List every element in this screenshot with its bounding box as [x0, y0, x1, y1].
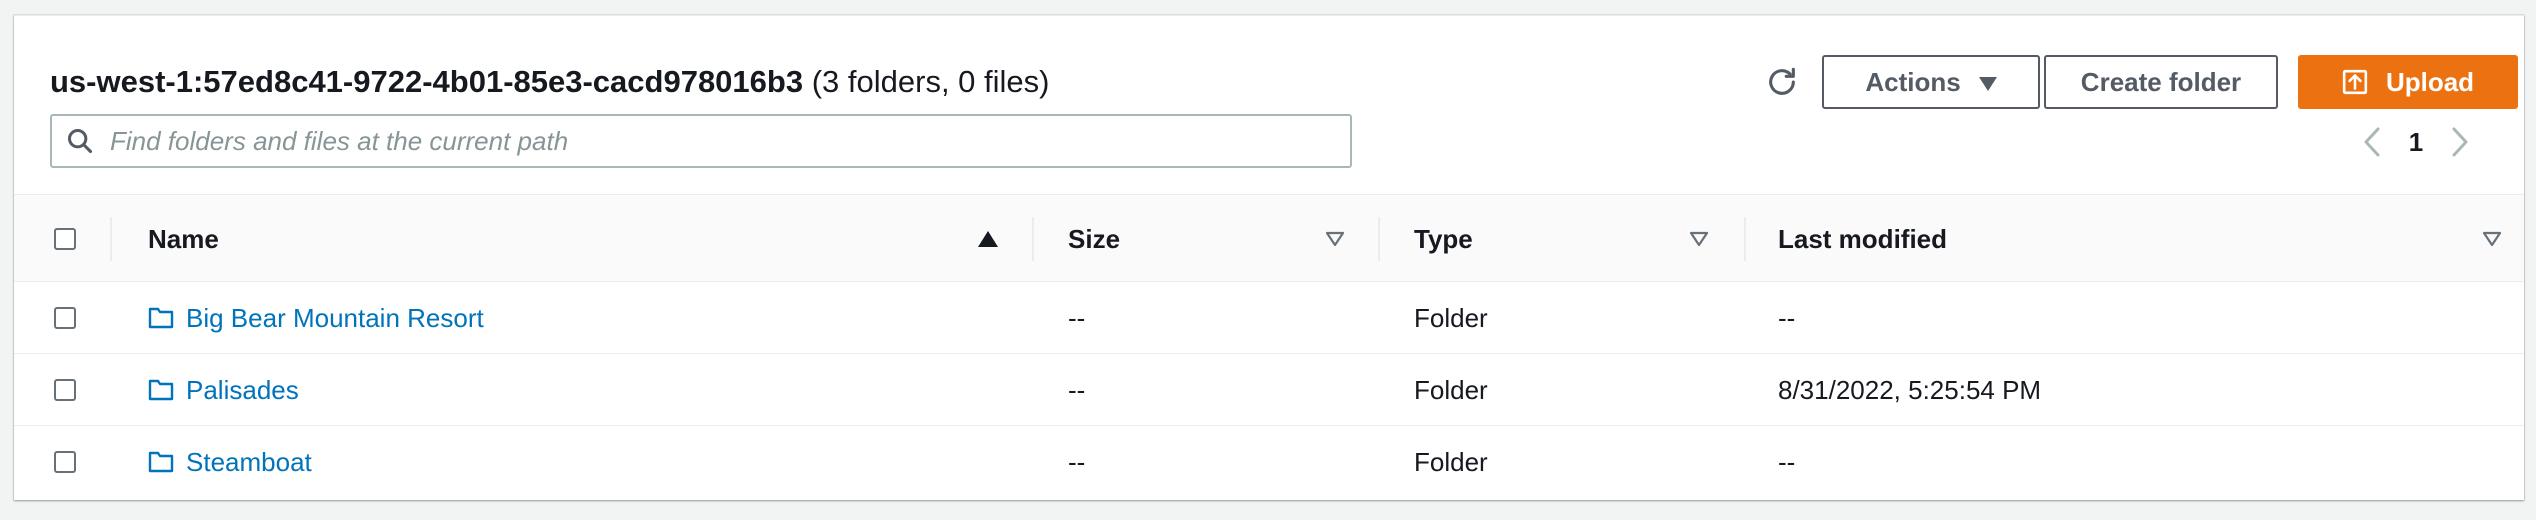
folder-link[interactable]: Big Bear Mountain Resort [148, 303, 484, 334]
row-checkbox[interactable] [54, 379, 76, 401]
sort-icon[interactable] [1325, 231, 1345, 247]
folder-link[interactable]: Steamboat [148, 447, 312, 478]
folder-icon [148, 450, 174, 474]
column-divider [1032, 217, 1034, 261]
create-folder-label: Create folder [2080, 66, 2242, 97]
folder-name: Palisades [186, 374, 299, 405]
chevron-left-icon [2364, 127, 2380, 157]
objects-table: Name Size Type Last modified Big Bear Mo… [14, 194, 2524, 498]
folder-name: Big Bear Mountain Resort [186, 302, 484, 333]
type-cell: Folder [1414, 374, 1488, 405]
size-cell: -- [1068, 374, 1086, 405]
previous-page-button[interactable] [2354, 127, 2390, 157]
size-cell: -- [1068, 302, 1086, 333]
current-path: us-west-1:57ed8c41-9722-4b01-85e3-cacd97… [50, 64, 804, 99]
select-all-cell [54, 195, 76, 283]
sort-icon[interactable] [2482, 231, 2502, 247]
table-row: Big Bear Mountain Resort -- Folder -- [14, 282, 2524, 354]
sort-icon[interactable] [1689, 231, 1709, 247]
size-cell: -- [1068, 446, 1086, 477]
column-size-label: Size [1068, 223, 1121, 254]
pagination: 1 [2354, 122, 2478, 162]
item-count: (3 folders, 0 files) [811, 64, 1050, 99]
search-input[interactable] [110, 125, 1290, 157]
column-last-modified-label: Last modified [1778, 223, 1948, 254]
upload-label: Upload [2385, 66, 2475, 97]
current-page-number[interactable]: 1 [2390, 127, 2442, 158]
folder-name: Steamboat [186, 446, 312, 477]
last-modified-cell: -- [1778, 446, 1796, 477]
column-header-size[interactable]: Size [1068, 195, 1358, 283]
refresh-button[interactable] [1758, 60, 1806, 108]
actions-button[interactable]: Actions [1822, 55, 2040, 109]
type-cell: Folder [1414, 302, 1488, 333]
create-folder-button[interactable]: Create folder [2044, 55, 2278, 109]
actions-label: Actions [1865, 66, 1961, 97]
upload-button[interactable]: Upload [2298, 55, 2518, 109]
caret-down-icon [1978, 67, 1997, 98]
select-all-checkbox[interactable] [54, 228, 76, 250]
table-header: Name Size Type Last modified [14, 194, 2524, 282]
refresh-icon [1765, 65, 1799, 104]
type-cell: Folder [1414, 446, 1488, 477]
column-divider [1744, 217, 1746, 261]
chevron-right-icon [2452, 127, 2468, 157]
page-title: us-west-1:57ed8c41-9722-4b01-85e3-cacd97… [50, 62, 1049, 102]
column-type-label: Type [1414, 223, 1473, 254]
row-checkbox[interactable] [54, 451, 76, 473]
folder-icon [148, 378, 174, 402]
table-row: Steamboat -- Folder -- [14, 426, 2524, 498]
next-page-button[interactable] [2442, 127, 2478, 157]
search-box [50, 114, 1352, 168]
search-icon [66, 127, 94, 155]
row-checkbox[interactable] [54, 307, 76, 329]
table-row: Palisades -- Folder 8/31/2022, 5:25:54 P… [14, 354, 2524, 426]
objects-panel: us-west-1:57ed8c41-9722-4b01-85e3-cacd97… [14, 15, 2524, 500]
column-header-type[interactable]: Type [1414, 195, 1724, 283]
column-name-label: Name [148, 223, 219, 254]
folder-link[interactable]: Palisades [148, 375, 299, 406]
column-header-last-modified[interactable]: Last modified [1778, 195, 2508, 283]
column-divider [1378, 217, 1380, 261]
upload-icon [2342, 69, 2368, 95]
column-header-name[interactable]: Name [148, 195, 1018, 283]
column-divider [110, 217, 112, 261]
folder-icon [148, 306, 174, 330]
sort-ascending-icon[interactable] [978, 231, 998, 247]
last-modified-cell: 8/31/2022, 5:25:54 PM [1778, 374, 2042, 405]
last-modified-cell: -- [1778, 302, 1796, 333]
